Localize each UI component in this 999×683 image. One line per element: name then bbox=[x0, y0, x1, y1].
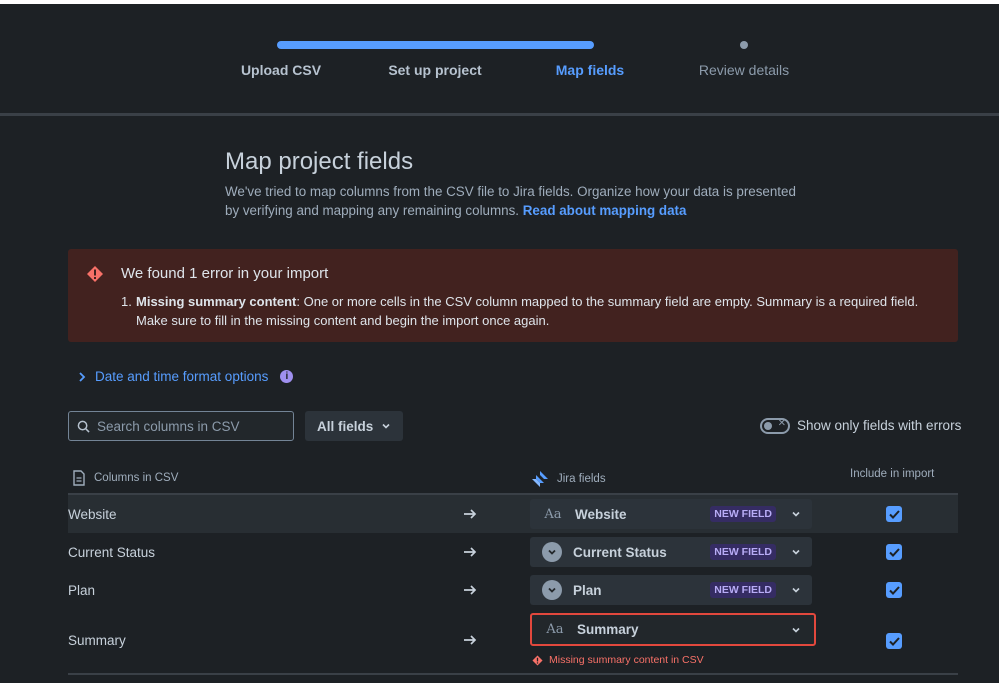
date-time-options-label: Date and time format options bbox=[95, 369, 269, 384]
chevron-down-icon bbox=[786, 625, 806, 635]
file-icon bbox=[73, 470, 85, 486]
all-fields-label: All fields bbox=[317, 418, 374, 434]
errors-only-toggle[interactable]: ✕ bbox=[760, 418, 790, 434]
error-icon bbox=[532, 654, 543, 666]
chevron-down-icon bbox=[382, 423, 390, 429]
all-fields-dropdown[interactable]: All fields bbox=[305, 411, 403, 441]
info-icon[interactable]: i bbox=[280, 370, 294, 383]
jira-column-label: Jira fields bbox=[557, 473, 606, 485]
text-field-icon: Aa bbox=[546, 622, 564, 637]
error-item: 1. Missing summary content: One or more c… bbox=[121, 292, 941, 330]
jira-field-select[interactable]: Aa Website NEW FIELD bbox=[530, 499, 812, 529]
search-input[interactable] bbox=[97, 418, 277, 434]
progress-bar bbox=[277, 41, 594, 49]
jira-field-name: Current Status bbox=[573, 544, 667, 560]
select-field-icon bbox=[542, 580, 562, 600]
jira-logo-icon bbox=[532, 471, 548, 487]
read-about-mapping-link[interactable]: Read about mapping data bbox=[523, 203, 687, 218]
checkmark-icon bbox=[888, 547, 900, 557]
checkmark-icon bbox=[888, 585, 900, 595]
csv-column-label: Columns in CSV bbox=[94, 472, 179, 484]
search-icon bbox=[77, 420, 90, 433]
page-description: We've tried to map columns from the CSV … bbox=[225, 182, 805, 220]
jira-field-name: Plan bbox=[573, 582, 602, 598]
error-icon bbox=[87, 266, 103, 282]
field-error-text: Missing summary content in CSV bbox=[549, 654, 704, 666]
jira-field-name: Summary bbox=[577, 622, 639, 637]
new-field-badge: NEW FIELD bbox=[710, 506, 776, 522]
jira-column-header: Jira fields bbox=[531, 470, 606, 488]
step-upload-csv: Upload CSV bbox=[240, 62, 322, 78]
csv-column-name: Current Status bbox=[68, 545, 156, 560]
error-item-bold: Missing summary content bbox=[136, 294, 297, 309]
include-checkbox[interactable] bbox=[886, 582, 902, 598]
arrow-right-icon bbox=[464, 585, 477, 595]
stepper bbox=[0, 4, 999, 114]
jira-field-select-error[interactable]: Aa Summary bbox=[530, 613, 816, 646]
chevron-down-icon bbox=[786, 509, 806, 519]
page-title: Map project fields bbox=[225, 148, 414, 175]
csv-column-name: Website bbox=[68, 507, 117, 522]
chevron-down-icon bbox=[786, 585, 806, 595]
text-field-icon: Aa bbox=[544, 506, 562, 522]
error-item-text: : One or more cells in the CSV column ma… bbox=[296, 294, 919, 309]
date-time-options-toggle[interactable]: Date and time format options i bbox=[77, 369, 294, 384]
include-checkbox[interactable] bbox=[886, 544, 902, 560]
error-item-number: 1. bbox=[121, 294, 132, 309]
description-text: We've tried to map columns from the CSV … bbox=[225, 184, 796, 218]
chevron-right-icon bbox=[79, 371, 86, 382]
include-checkbox[interactable] bbox=[886, 633, 902, 649]
arrow-right-icon bbox=[464, 547, 477, 557]
table-bottom-divider bbox=[68, 673, 958, 675]
checkmark-icon bbox=[888, 509, 900, 519]
include-checkbox[interactable] bbox=[886, 506, 902, 522]
step-review-details: Review details bbox=[698, 62, 790, 78]
progress-dot bbox=[740, 41, 748, 49]
arrow-right-icon bbox=[464, 509, 477, 519]
step-map-fields: Map fields bbox=[555, 62, 625, 78]
jira-field-select[interactable]: Current Status NEW FIELD bbox=[530, 537, 812, 567]
search-field[interactable] bbox=[68, 411, 294, 441]
jira-field-name: Website bbox=[575, 506, 627, 522]
new-field-badge: NEW FIELD bbox=[710, 544, 776, 560]
csv-column-name: Plan bbox=[68, 583, 96, 598]
step-set-up-project: Set up project bbox=[388, 62, 482, 78]
toggle-off-icon: ✕ bbox=[777, 418, 786, 429]
error-title: We found 1 error in your import bbox=[121, 265, 329, 282]
field-error-message: Missing summary content in CSV bbox=[532, 654, 704, 666]
stepper-divider bbox=[0, 113, 999, 116]
new-field-badge: NEW FIELD bbox=[710, 582, 776, 598]
errors-only-label: Show only fields with errors bbox=[797, 418, 962, 433]
arrow-right-icon bbox=[464, 635, 477, 645]
error-item-text-2: Make sure to fill in the missing content… bbox=[136, 313, 550, 328]
include-column-header: Include in import bbox=[850, 468, 935, 480]
jira-field-select[interactable]: Plan NEW FIELD bbox=[530, 575, 812, 605]
toggle-knob bbox=[764, 422, 772, 430]
csv-column-header: Columns in CSV bbox=[72, 470, 178, 486]
csv-column-name: Summary bbox=[68, 633, 126, 648]
chevron-down-icon bbox=[786, 547, 806, 557]
select-field-icon bbox=[542, 542, 562, 562]
checkmark-icon bbox=[888, 636, 900, 646]
table-row-highlight bbox=[68, 495, 958, 533]
